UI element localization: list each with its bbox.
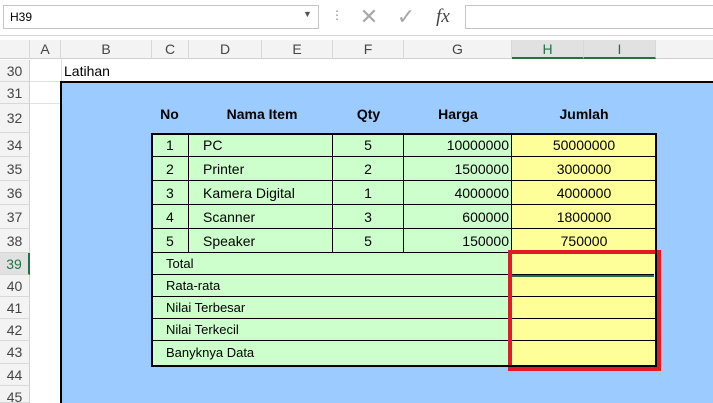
row-header[interactable]: 41 xyxy=(0,297,30,319)
row-header[interactable]: 31 xyxy=(0,82,30,104)
row-header-selected[interactable]: 39 xyxy=(0,253,30,275)
cell-qty[interactable]: 2 xyxy=(333,157,404,181)
summary-label-average[interactable]: Rata-rata xyxy=(151,275,512,297)
column-header[interactable]: D xyxy=(189,40,262,59)
row-header[interactable]: 40 xyxy=(0,275,30,297)
column-header[interactable]: F xyxy=(333,40,404,59)
cell-price[interactable]: 600000 xyxy=(404,205,512,229)
row-header[interactable]: 45 xyxy=(0,386,30,403)
cell-item[interactable]: Kamera Digital xyxy=(189,181,333,205)
cell-price[interactable]: 4000000 xyxy=(404,181,512,205)
header-no: No xyxy=(160,106,179,122)
cell-total[interactable]: 4000000 xyxy=(512,181,657,205)
header-total: Jumlah xyxy=(559,106,609,122)
cell-price[interactable]: 10000000 xyxy=(404,133,512,157)
summary-label-count[interactable]: Banyknya Data xyxy=(151,341,512,367)
column-header[interactable]: A xyxy=(30,40,61,59)
cell-qty[interactable]: 5 xyxy=(333,133,404,157)
column-header[interactable]: G xyxy=(404,40,512,59)
formula-input[interactable] xyxy=(465,5,713,29)
cell-price[interactable]: 1500000 xyxy=(404,157,512,181)
cancel-icon[interactable]: ✕ xyxy=(355,3,383,31)
column-header[interactable]: B xyxy=(61,40,152,59)
cell-price[interactable]: 150000 xyxy=(404,229,512,253)
row-header[interactable]: 37 xyxy=(0,205,30,229)
cell-no[interactable]: 1 xyxy=(151,133,189,157)
function-icon[interactable]: fx xyxy=(428,3,458,31)
row-header[interactable]: 35 xyxy=(0,157,30,181)
row-header[interactable]: 36 xyxy=(0,181,30,205)
title-cell[interactable]: Latihan xyxy=(64,61,110,81)
cell-qty[interactable]: 1 xyxy=(333,181,404,205)
cell-no[interactable]: 2 xyxy=(151,157,189,181)
summary-label-total[interactable]: Total xyxy=(151,253,512,275)
column-header-selected[interactable]: I xyxy=(584,40,656,59)
cell-total[interactable]: 3000000 xyxy=(512,157,657,181)
column-header[interactable] xyxy=(656,40,713,59)
row-header[interactable]: 34 xyxy=(0,133,30,157)
column-header[interactable]: C xyxy=(152,40,189,59)
row-header[interactable]: 38 xyxy=(0,229,30,253)
cell-item[interactable]: Scanner xyxy=(189,205,333,229)
summary-label-min[interactable]: Nilai Terkecil xyxy=(151,319,512,341)
row-header[interactable]: 42 xyxy=(0,319,30,341)
summary-label-max[interactable]: Nilai Terbesar xyxy=(151,297,512,319)
cell-no[interactable]: 3 xyxy=(151,181,189,205)
header-price: Harga xyxy=(438,106,478,122)
cell-total[interactable]: 50000000 xyxy=(512,133,657,157)
row-header[interactable]: 32 xyxy=(0,104,30,133)
highlight-box xyxy=(508,250,661,371)
column-header[interactable]: E xyxy=(262,40,333,59)
grip-icon: ⋮ xyxy=(331,8,343,22)
cell-qty[interactable]: 3 xyxy=(333,205,404,229)
row-header[interactable]: 44 xyxy=(0,364,30,386)
header-qty: Qty xyxy=(356,106,381,122)
cell-no[interactable]: 5 xyxy=(151,229,189,253)
row-header[interactable]: 30 xyxy=(0,60,30,82)
chevron-down-icon[interactable]: ▼ xyxy=(303,9,315,23)
select-all-corner[interactable] xyxy=(0,40,30,59)
header-item: Nama Item xyxy=(226,106,298,122)
enter-icon[interactable]: ✓ xyxy=(392,3,420,31)
cell-item[interactable]: PC xyxy=(189,133,333,157)
cell-item[interactable]: Speaker xyxy=(189,229,333,253)
cell-total[interactable]: 1800000 xyxy=(512,205,657,229)
cell-no[interactable]: 4 xyxy=(151,205,189,229)
column-header-selected[interactable]: H xyxy=(512,40,584,59)
column-header-bar: A B C D E F G H I xyxy=(0,40,713,59)
cell-qty[interactable]: 5 xyxy=(333,229,404,253)
row-header[interactable]: 43 xyxy=(0,341,30,364)
name-box[interactable]: H39 xyxy=(3,5,319,29)
cell-item[interactable]: Printer xyxy=(189,157,333,181)
